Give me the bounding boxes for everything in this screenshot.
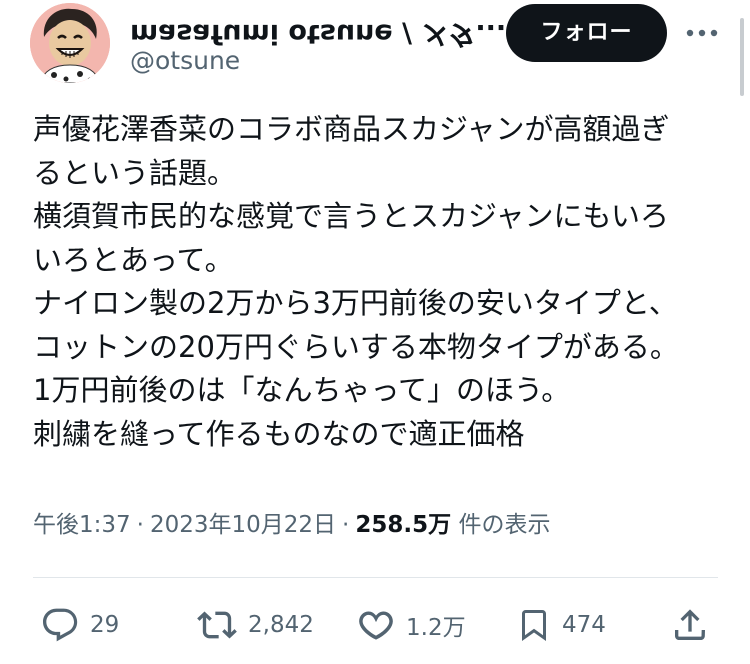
post-text-line: コットンの20万円ぐらいする本物タイプがある。 <box>33 329 679 364</box>
reply-icon <box>43 608 78 642</box>
post-text-line: 刺繍を縫って作るものなので適正価格 <box>33 416 525 451</box>
post-text: 声優花澤香菜のコラボ商品スカジャンが高額過ぎ るという話題。 横須賀市民的な感覚… <box>33 108 723 456</box>
action-bar: 29 2,842 1.2万 474 <box>0 600 750 650</box>
author-handle[interactable]: @otsune <box>130 46 240 76</box>
post-text-line: いろとあって。 <box>33 242 234 277</box>
divider <box>33 577 718 578</box>
share-button[interactable] <box>670 600 710 650</box>
tweet-card: masafumi otsune / メタ... @otsune フォロー 声優花… <box>0 0 750 664</box>
scrollbar[interactable] <box>740 18 744 96</box>
reply-count: 29 <box>90 612 120 638</box>
share-icon <box>675 609 705 640</box>
post-date[interactable]: 2023年10月22日 <box>150 512 336 538</box>
reply-button[interactable]: 29 <box>40 600 119 650</box>
post-time[interactable]: 午後1:37 <box>33 512 131 538</box>
follow-button[interactable]: フォロー <box>506 4 667 62</box>
meta-separator: · <box>342 512 350 538</box>
meta-separator: · <box>136 512 144 538</box>
views-count: 258.5万 <box>355 512 452 538</box>
heart-icon <box>359 611 393 640</box>
bookmark-icon <box>522 610 546 642</box>
like-button[interactable]: 1.2万 <box>356 600 466 650</box>
more-icon[interactable] <box>680 18 724 48</box>
post-meta: 午後1:37 · 2023年10月22日 · 258.5万 件の表示 <box>33 510 550 540</box>
post-text-line: るという話題。 <box>33 155 237 190</box>
author-display-name[interactable]: masafumi otsune / メタ... <box>130 14 506 49</box>
post-text-line: ナイロン製の2万から3万円前後の安いタイプと、 <box>33 286 678 320</box>
post-text-line: 1万円前後のは「なんちゃって」のほう。 <box>33 373 571 407</box>
bookmark-count: 474 <box>562 612 606 638</box>
bookmark-button[interactable]: 474 <box>516 600 606 650</box>
repost-button[interactable]: 2,842 <box>196 600 314 650</box>
views-label: 件の表示 <box>458 512 551 538</box>
post-text-line: 横須賀市民的な感覚で言うとスカジャンにもいろ <box>33 199 669 233</box>
repost-count: 2,842 <box>248 612 314 638</box>
like-count: 1.2万 <box>406 615 466 641</box>
avatar[interactable] <box>30 3 110 83</box>
post-text-line: 声優花澤香菜のコラボ商品スカジャンが高額過ぎ <box>33 112 670 146</box>
repost-icon <box>197 611 237 639</box>
